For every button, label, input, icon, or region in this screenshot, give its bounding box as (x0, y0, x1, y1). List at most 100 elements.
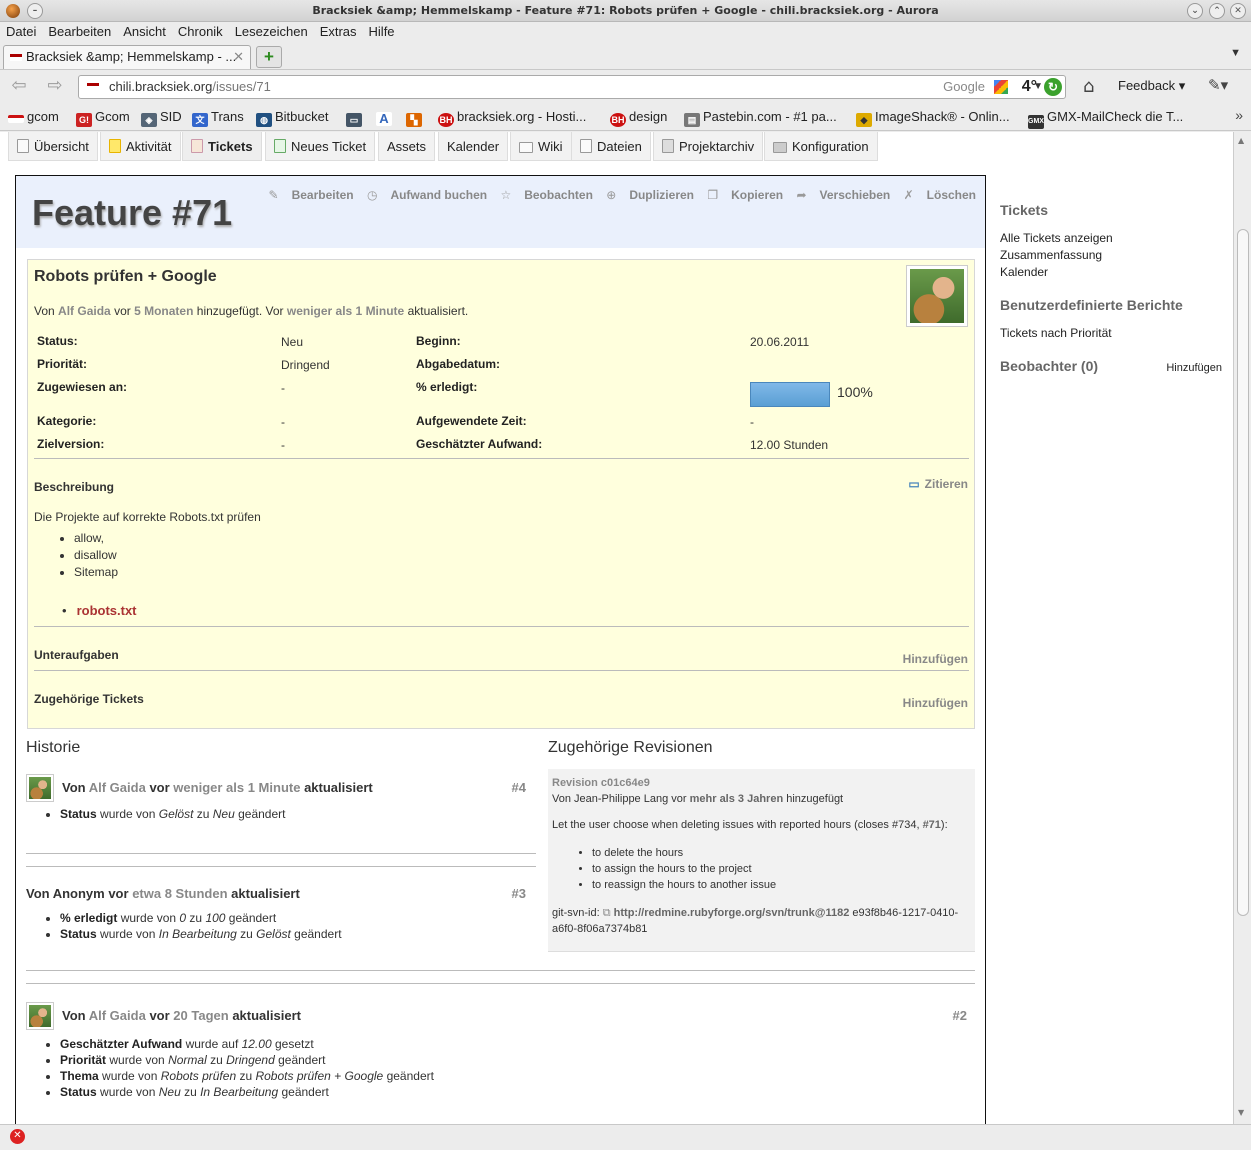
copy-link[interactable]: ❐ Kopieren (707, 188, 783, 202)
feedback-button[interactable]: Feedback ▾ (1118, 78, 1185, 94)
project-tab-dateien[interactable]: Dateien (571, 132, 651, 161)
scroll-down-icon[interactable]: ▼ (1238, 1108, 1244, 1117)
estimated-label: Geschätzter Aufwand: (416, 437, 543, 451)
bookmark-bitbucket[interactable]: ◍ Bitbucket (256, 109, 328, 127)
svn-link[interactable]: http://redmine.rubyforge.org/svn/trunk@1… (614, 907, 850, 919)
created-age-link[interactable]: 5 Monaten (134, 304, 193, 318)
journal-number-link[interactable]: #4 (512, 780, 526, 795)
duplicate-label: Duplizieren (629, 188, 694, 202)
project-tab-aktivitaet[interactable]: Aktivität (100, 132, 181, 161)
url-bar[interactable]: chili.bracksiek.org/issues/71 Google 4° … (78, 75, 1066, 99)
back-icon[interactable]: ⇦ (8, 76, 30, 98)
sidebar-link-summary[interactable]: Zusammenfassung (1000, 247, 1226, 264)
sidebar-link-all-tickets[interactable]: Alle Tickets anzeigen (1000, 230, 1226, 247)
menu-datei[interactable]: Datei (0, 22, 40, 39)
menu-hilfe[interactable]: Hilfe (361, 22, 399, 39)
menu-bearbeiten[interactable]: Bearbeiten (40, 22, 115, 39)
menu-chronik[interactable]: Chronik (170, 22, 227, 39)
bookmark-gmx[interactable]: GMX GMX-MailCheck die T... (1028, 109, 1183, 129)
app-icon[interactable] (6, 4, 20, 18)
bookmark-bracksiek[interactable]: BH bracksiek.org - Hosti... (438, 109, 586, 127)
project-tab-konfiguration[interactable]: Konfiguration (764, 132, 878, 161)
bookmark-sid[interactable]: ◈ SID (141, 109, 182, 127)
revision-age-link[interactable]: mehr als 3 Jahren (690, 793, 784, 805)
detail-text: zu (236, 927, 257, 941)
menu-lesezeichen[interactable]: Lesezeichen (227, 22, 312, 39)
bookmark-unnamed-1[interactable]: ▭ (346, 109, 365, 127)
due-label: Abgabedatum: (416, 357, 500, 371)
project-tab-uebersicht[interactable]: Übersicht (8, 132, 98, 161)
project-tab-neues-ticket[interactable]: Neues Ticket (265, 132, 376, 161)
url-path: /issues/71 (212, 79, 271, 94)
log-time-link[interactable]: ◷ Aufwand buchen (367, 188, 487, 202)
edit-link[interactable]: ✎ Bearbeiten (269, 188, 354, 202)
journal-age-link[interactable]: etwa 8 Stunden (132, 886, 227, 901)
journal-age-link[interactable]: weniger als 1 Minute (173, 780, 300, 795)
new-tab-button[interactable]: + (256, 46, 282, 68)
home-icon[interactable]: ⌂ (1083, 76, 1094, 97)
detail-new: Gelöst (256, 927, 291, 941)
journal-number-link[interactable]: #3 (512, 886, 526, 901)
scroll-up-icon[interactable]: ▲ (1238, 136, 1244, 145)
project-tab-tickets[interactable]: Tickets (182, 132, 262, 161)
tab-close-icon[interactable]: ✕ (233, 46, 244, 68)
maximize-icon[interactable]: ⌃ (1209, 3, 1225, 19)
author-link[interactable]: Alf Gaida (58, 304, 111, 318)
bookmark-unnamed-3[interactable]: ▚ (406, 109, 425, 127)
history-title: Historie (26, 739, 81, 756)
sidebar-link-calendar[interactable]: Kalender (1000, 264, 1226, 281)
error-icon[interactable]: ✕ (10, 1129, 25, 1144)
quote-link[interactable]: ▭ Zitieren (908, 477, 968, 491)
add-relation-link[interactable]: Hinzufügen (903, 696, 968, 710)
duplicate-link[interactable]: ⊕ Duplizieren (606, 188, 694, 202)
tab-bar: Bracksiek &amp; Hemmelskamp - ... ✕ + ▼ (0, 43, 1251, 69)
assigned-value: - (281, 381, 285, 395)
forward-icon[interactable]: ⇨ (44, 76, 66, 98)
journal-author-link[interactable]: Alf Gaida (89, 780, 146, 795)
close-icon[interactable]: ✕ (1230, 3, 1246, 19)
journal-number-link[interactable]: #2 (953, 1008, 967, 1023)
journal-separator (26, 983, 975, 984)
add-watcher-link[interactable]: Hinzufügen (1166, 362, 1222, 374)
updated-age-link[interactable]: weniger als 1 Minute (287, 304, 404, 318)
revision-link[interactable]: Revision c01c64e9 (552, 775, 971, 791)
delete-link[interactable]: ✗ Löschen (904, 188, 976, 202)
bookmark-gcom[interactable]: gcom (8, 109, 59, 124)
search-engine-label[interactable]: Google (943, 76, 985, 98)
scrollbar-thumb[interactable] (1237, 229, 1249, 916)
tools-icon[interactable]: ✎▾ (1208, 76, 1228, 94)
tab-list-chevron-icon[interactable]: ▼ (1230, 47, 1241, 59)
start-label: Beginn: (416, 334, 461, 348)
bookmark-pastebin[interactable]: ▤ Pastebin.com - #1 pa... (684, 109, 837, 127)
browser-tab[interactable]: Bracksiek &amp; Hemmelskamp - ... ✕ (3, 45, 251, 69)
journal-author-link[interactable]: Alf Gaida (89, 1008, 146, 1023)
external-link-icon: ⧉ (602, 907, 611, 919)
move-link[interactable]: ➦ Verschieben (796, 188, 890, 202)
add-subtask-link[interactable]: Hinzufügen (903, 652, 968, 666)
project-tab-kalender[interactable]: Kalender (438, 132, 509, 161)
bookmark-trans[interactable]: 文 Trans (192, 109, 244, 127)
project-tab-wiki[interactable]: Wiki (510, 132, 572, 161)
journal-by: Von (62, 1008, 86, 1023)
journal-detail: Thema wurde von Robots prüfen zu Robots … (60, 1068, 975, 1084)
minimize-icon[interactable]: ⌄ (1187, 3, 1203, 19)
url-dropdown-icon[interactable]: ▼ (1033, 76, 1043, 98)
attachment-link[interactable]: robots.txt (74, 603, 137, 618)
reload-icon[interactable]: ↻ (1044, 78, 1062, 96)
revision-issue-link[interactable]: #71 (923, 819, 941, 831)
project-tab-label: Konfiguration (792, 139, 869, 154)
bookmarks-overflow-icon[interactable]: » (1235, 107, 1243, 123)
bookmark-unnamed-2[interactable]: A (376, 109, 395, 126)
project-tab-projektarchiv[interactable]: Projektarchiv (653, 132, 764, 161)
menu-ansicht[interactable]: Ansicht (115, 22, 170, 39)
watch-link[interactable]: ☆ Beobachten (500, 188, 592, 202)
menu-extras[interactable]: Extras (312, 22, 361, 39)
journal-age-link[interactable]: 20 Tagen (173, 1008, 228, 1023)
vertical-scrollbar[interactable]: ▲ ▼ (1233, 132, 1251, 1124)
project-tab-assets[interactable]: Assets (378, 132, 436, 161)
window-menu-icon[interactable]: – (27, 3, 43, 19)
bookmark-gcom2[interactable]: G! Gcom (76, 109, 130, 127)
bookmark-design[interactable]: BH design (610, 109, 667, 127)
bookmark-imageshack[interactable]: ◆ ImageShack® - Onlin... (856, 109, 1010, 127)
sidebar-link-tickets-by-priority[interactable]: Tickets nach Priorität (1000, 325, 1226, 342)
